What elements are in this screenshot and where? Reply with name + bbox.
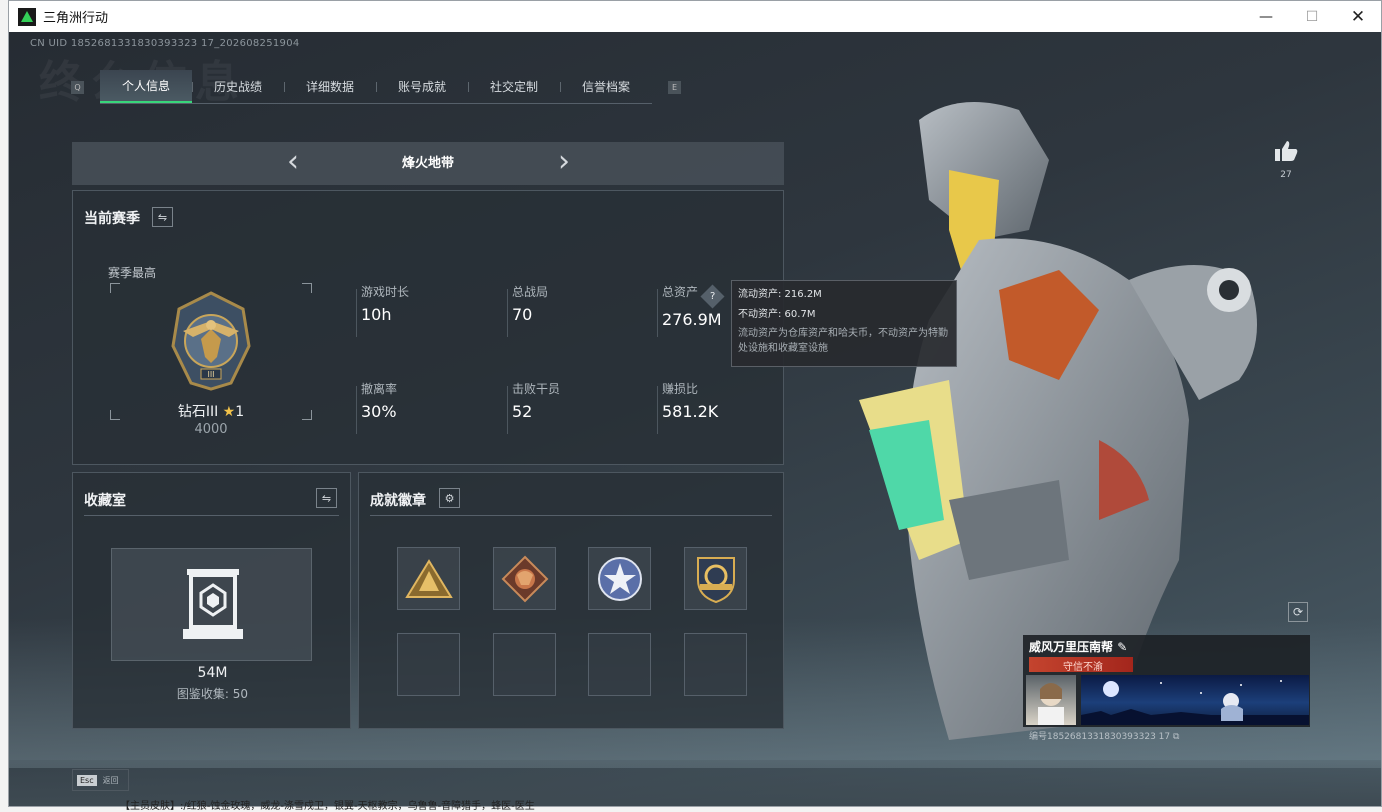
copy-icon[interactable]: ⧉ bbox=[1173, 732, 1179, 742]
rank-name: 钻石III ★1 bbox=[177, 404, 245, 420]
uid-label: CN UID 1852681331830393323 17_2026082519… bbox=[30, 38, 300, 49]
stat-play-time: 游戏时长 10h bbox=[361, 285, 410, 324]
collection-panel: 收藏室 ⇋ 54M 图鉴收集: 50 bbox=[72, 472, 351, 729]
back-label: 返回 bbox=[102, 775, 119, 785]
mode-title: 烽火地带 bbox=[401, 156, 454, 171]
chevron-left-icon[interactable]: ‹ bbox=[278, 147, 308, 178]
swap-collection-button[interactable]: ⇋ bbox=[316, 488, 337, 508]
stat-profit-ratio: 赚损比 581.2K bbox=[662, 382, 719, 421]
star-badge-icon bbox=[597, 556, 642, 601]
gear-icon[interactable]: ⚙ bbox=[439, 488, 460, 508]
season-title: 当前赛季 bbox=[84, 211, 140, 227]
player-card[interactable]: 威风万里压南帮 ✎ 守信不渝 bbox=[1023, 635, 1310, 727]
close-button[interactable]: ✕ bbox=[1335, 1, 1381, 32]
rank-frame: III bbox=[110, 283, 312, 420]
avatar bbox=[1026, 675, 1076, 725]
thumbs-up-icon bbox=[1275, 141, 1298, 161]
empty-badge-slot[interactable] bbox=[684, 633, 747, 696]
maximize-button[interactable]: ☐ bbox=[1289, 1, 1335, 32]
empty-badge-slot[interactable] bbox=[493, 633, 556, 696]
achievement-panel: 成就徽章 ⚙ bbox=[358, 472, 784, 729]
back-button[interactable]: Esc 返回 bbox=[72, 769, 129, 791]
shield-badge-icon bbox=[696, 556, 735, 603]
game-view: 终么信息 CN UID 1852681331830393323 17_20260… bbox=[9, 32, 1381, 806]
tooltip-fixed-assets: 不动资产: 60.7M bbox=[738, 309, 816, 320]
triangle-badge-icon bbox=[404, 558, 453, 598]
vault-icon bbox=[183, 569, 243, 639]
tab-strip: 个人信息 历史战绩 详细数据 账号成就 社交定制 信誉档案 bbox=[100, 70, 652, 104]
tab-achievements[interactable]: 账号成就 bbox=[376, 70, 468, 103]
player-id: 编号1852681331830393323 17 ⧉ bbox=[1029, 732, 1180, 742]
background-document-text: 【主员皮肤】:/红狼-蚀金玫瑰，威龙-涤雪戍卫，银翼-天枢教宗，乌鲁鲁-音障猎手… bbox=[120, 801, 535, 812]
window-title: 三角洲行动 bbox=[43, 11, 109, 26]
tab-detailed-data[interactable]: 详细数据 bbox=[284, 70, 376, 103]
tab-next-key[interactable]: E bbox=[668, 80, 681, 94]
help-icon[interactable]: ? bbox=[700, 284, 725, 309]
vault-preview[interactable] bbox=[111, 548, 312, 661]
stat-extract-rate: 撤离率 30% bbox=[361, 382, 398, 421]
title-bar: 三角洲行动 — ☐ ✕ bbox=[9, 1, 1381, 32]
profile-banner-image bbox=[1081, 675, 1309, 725]
esc-key: Esc bbox=[77, 774, 97, 786]
like-count: 27 bbox=[1280, 170, 1292, 180]
tab-personal-info[interactable]: 个人信息 bbox=[100, 70, 192, 103]
player-name: 威风万里压南帮 ✎ bbox=[1029, 640, 1128, 654]
collection-value: 54M bbox=[197, 665, 228, 681]
app-logo-icon bbox=[18, 7, 36, 26]
stat-total-matches: 总战局 70 bbox=[512, 285, 549, 324]
season-high-label: 赛季最高 bbox=[108, 266, 157, 280]
tab-social[interactable]: 社交定制 bbox=[468, 70, 560, 103]
svg-text:III: III bbox=[207, 370, 214, 379]
edit-icon[interactable]: ✎ bbox=[1117, 640, 1127, 654]
stat-kills: 击败干员 52 bbox=[512, 382, 561, 421]
player-title-badge: 守信不渝 bbox=[1029, 657, 1133, 673]
refresh-icon[interactable]: ⟳ bbox=[1288, 602, 1308, 622]
season-panel: 当前赛季 ⇋ 赛季最高 III 钻石III ★1 4000 游戏时长 10h 总… bbox=[72, 190, 784, 465]
collection-title: 收藏室 bbox=[84, 493, 126, 509]
swap-season-button[interactable]: ⇋ bbox=[152, 207, 173, 227]
empty-badge-slot[interactable] bbox=[588, 633, 651, 696]
tab-bar: Q 个人信息 历史战绩 详细数据 账号成就 社交定制 信誉档案 E bbox=[71, 70, 681, 104]
chevron-right-icon[interactable]: › bbox=[549, 147, 579, 178]
rank-points: 4000 bbox=[194, 422, 228, 437]
achievement-badge-3[interactable] bbox=[588, 547, 651, 610]
tab-reputation[interactable]: 信誉档案 bbox=[560, 70, 652, 103]
achievement-badge-1[interactable] bbox=[397, 547, 460, 610]
game-window: 三角洲行动 — ☐ ✕ 终么信息 CN UID 1852681331830393… bbox=[8, 0, 1382, 807]
collection-count: 图鉴收集: 50 bbox=[176, 687, 249, 701]
tooltip-note: 流动资产为仓库资产和哈夫币，不动资产为特勤处设施和收藏室设施 bbox=[738, 328, 948, 354]
minimize-button[interactable]: — bbox=[1243, 1, 1289, 32]
like-button[interactable]: 27 bbox=[1271, 140, 1301, 180]
tab-history[interactable]: 历史战绩 bbox=[192, 70, 284, 103]
empty-badge-slot[interactable] bbox=[397, 633, 460, 696]
assets-tooltip: 流动资产: 216.2M 不动资产: 60.7M 流动资产为仓库资产和哈夫币，不… bbox=[731, 280, 957, 367]
star-icon: ★ bbox=[222, 404, 236, 420]
achievement-badge-2[interactable] bbox=[493, 547, 556, 610]
tooltip-liquid-assets: 流动资产: 216.2M bbox=[738, 289, 822, 300]
mode-selector: 烽火地带 ‹ › bbox=[72, 142, 784, 185]
rank-emblem-icon: III bbox=[171, 291, 251, 391]
tab-prev-key[interactable]: Q bbox=[71, 80, 84, 94]
achievement-title: 成就徽章 bbox=[370, 493, 426, 509]
dragon-badge-icon bbox=[501, 555, 548, 602]
achievement-badge-4[interactable] bbox=[684, 547, 747, 610]
